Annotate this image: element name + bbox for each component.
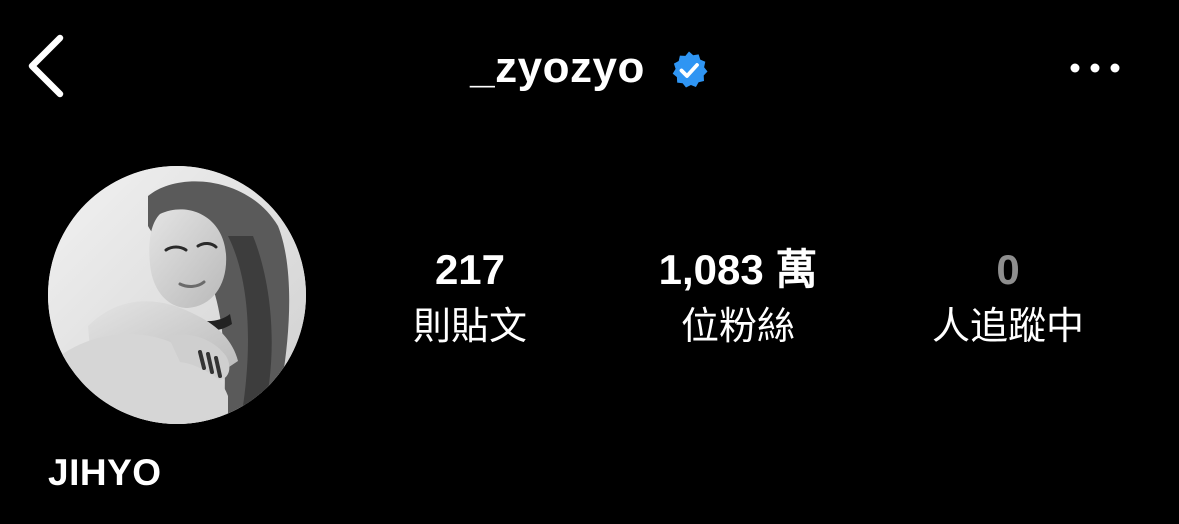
following-label: 人追蹤中: [931, 306, 1084, 348]
profile-header: _zyozyo: [0, 0, 1179, 140]
more-horizontal-icon: [1070, 63, 1120, 73]
stat-following[interactable]: 0 人追蹤中: [888, 242, 1128, 354]
more-options-button[interactable]: [1060, 44, 1130, 92]
stat-posts[interactable]: 217 則貼文: [350, 242, 590, 354]
header-title-group: _zyozyo: [0, 36, 1179, 100]
profile-username: _zyozyo: [470, 43, 645, 92]
profile-display-name: JIHYO: [48, 452, 162, 493]
stat-followers[interactable]: 1,083 萬 位粉絲: [618, 242, 858, 354]
posts-label: 則貼文: [412, 306, 527, 348]
verified-badge-icon: [672, 51, 708, 88]
avatar-photo: [48, 166, 306, 424]
following-count: 0: [996, 246, 1020, 293]
posts-count: 217: [434, 246, 506, 293]
followers-count: 1,083 萬: [658, 246, 818, 293]
profile-avatar[interactable]: [48, 166, 306, 424]
followers-label: 位粉絲: [680, 306, 795, 348]
